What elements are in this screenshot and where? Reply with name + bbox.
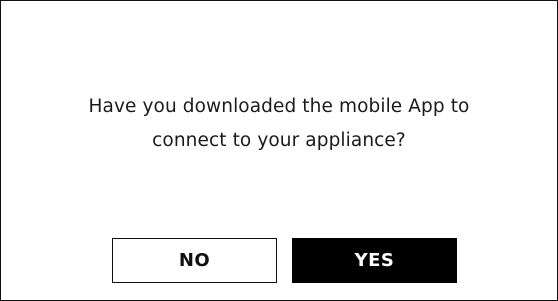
yes-button[interactable]: YES (292, 238, 457, 283)
dialog-message-line-2: connect to your appliance? (152, 130, 406, 151)
dialog-message: Have you downloaded the mobile App to co… (41, 90, 517, 158)
app-download-dialog: Have you downloaded the mobile App to co… (0, 0, 558, 301)
dialog-message-line-1: Have you downloaded the mobile App to (88, 96, 470, 117)
no-button[interactable]: NO (112, 238, 277, 283)
